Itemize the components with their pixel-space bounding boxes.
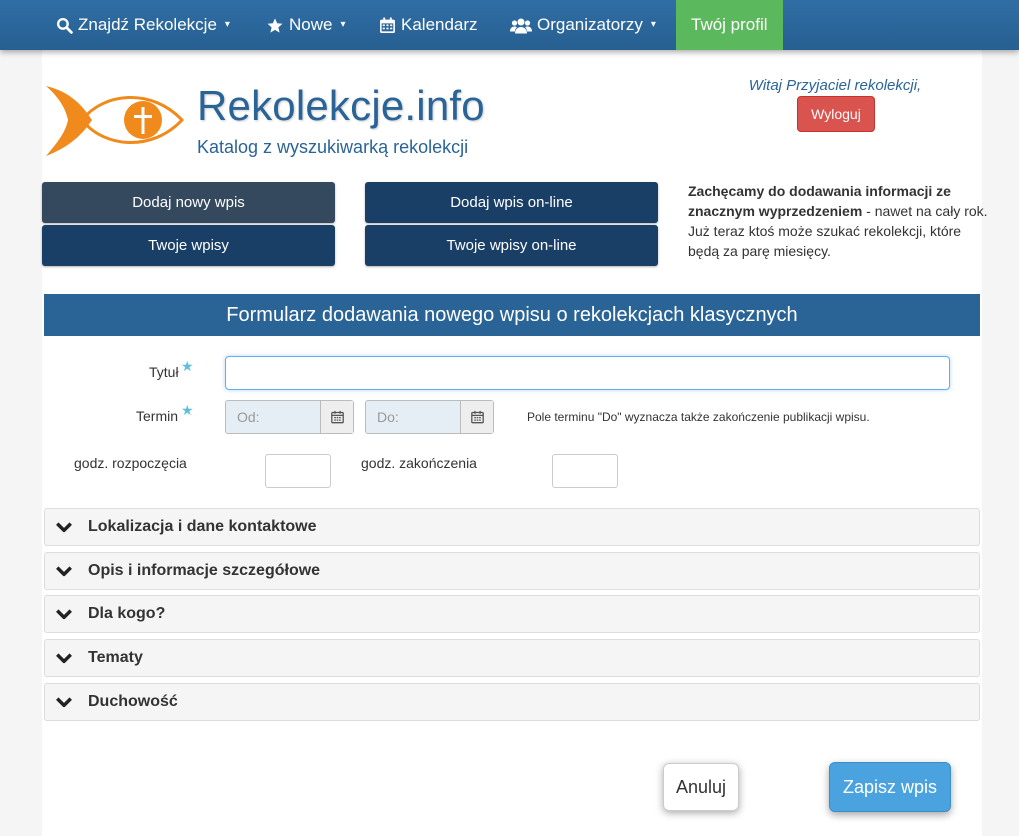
nav-find-label: Znajdź Rekolekcje [78,15,217,34]
fish-cross-logo[interactable] [42,82,184,158]
your-entries-button[interactable]: Twoje wpisy [42,225,335,266]
section-spirituality[interactable]: Duchowość [44,683,980,721]
section-label: Tematy [88,649,143,666]
required-star-icon: ★ [181,358,194,374]
add-new-entry-button[interactable]: Dodaj nowy wpis [42,182,335,223]
term-label: Termin [136,408,179,424]
nav-calendar-label: Kalendarz [401,15,478,34]
date-to-input[interactable]: Do: [366,401,460,433]
site-title[interactable]: Rekolekcje.info [197,82,485,130]
nav-your-profile[interactable]: Twój profil [676,0,783,50]
section-audience[interactable]: Dla kogo? [44,595,980,633]
section-label: Opis i informacje szczegółowe [88,562,321,579]
chevron-down-icon [56,522,72,533]
add-online-entry-button[interactable]: Dodaj wpis on-line [365,182,658,223]
calendar-icon [470,410,484,424]
calendar-icon [330,410,344,424]
your-online-entries-button[interactable]: Twoje wpisy on-line [365,225,658,266]
star-icon [267,17,283,33]
start-time-input[interactable] [265,454,331,488]
nav-organizers-label: Organizatorzy [537,15,643,34]
title-input[interactable] [225,356,950,390]
welcome-text: Witaj Przyjaciel rekolekcji, [748,77,922,94]
promo-text: Zachęcamy do dodawania informacji ze zna… [688,181,988,261]
chevron-down-icon: ▾ [340,19,346,30]
site-subtitle: Katalog z wyszukiwarką rekolekcji [197,137,469,157]
title-label: Tytuł [149,364,179,380]
chevron-down-icon [56,653,72,664]
top-navbar: Znajdź Rekolekcje ▾ Nowe ▾ Kalendarz Org… [0,0,1019,50]
date-from-picker[interactable] [320,401,353,433]
nav-find-retreats[interactable]: Znajdź Rekolekcje ▾ [56,0,230,50]
chevron-down-icon [56,566,72,577]
users-icon [510,18,532,33]
nav-organizers[interactable]: Organizatorzy ▾ [510,0,656,50]
end-time-input[interactable] [552,454,618,488]
section-label: Dla kogo? [88,605,166,622]
chevron-down-icon [56,609,72,620]
section-label: Duchowość [88,693,178,710]
nav-new[interactable]: Nowe ▾ [266,0,346,50]
section-description[interactable]: Opis i informacje szczegółowe [44,552,980,590]
nav-calendar[interactable]: Kalendarz [379,0,478,50]
date-to-group[interactable]: Do: [365,400,494,434]
required-star-icon: ★ [181,402,194,418]
cancel-button[interactable]: Anuluj [663,763,739,811]
chevron-down-icon: ▾ [224,19,230,30]
nav-new-label: Nowe [289,15,333,34]
form-title: Formularz dodawania nowego wpisu o rekol… [44,294,980,336]
search-icon [56,17,73,34]
term-hint: Pole terminu "Do" wyznacza także zakończ… [527,410,870,424]
calendar-icon [380,17,395,33]
date-from-group[interactable]: Od: [225,400,354,434]
nav-profile-label: Twój profil [691,15,768,34]
date-to-picker[interactable] [460,401,493,433]
chevron-down-icon: ▾ [650,19,656,30]
section-label: Lokalizacja i dane kontaktowe [88,518,317,535]
chevron-down-icon [56,697,72,708]
section-topics[interactable]: Tematy [44,639,980,677]
start-time-label: godz. rozpoczęcia [74,455,187,471]
save-button[interactable]: Zapisz wpis [829,762,951,812]
section-location-contact[interactable]: Lokalizacja i dane kontaktowe [44,508,980,546]
logout-button[interactable]: Wyloguj [797,96,875,132]
date-from-input[interactable]: Od: [226,401,320,433]
end-time-label: godz. zakończenia [361,455,477,471]
